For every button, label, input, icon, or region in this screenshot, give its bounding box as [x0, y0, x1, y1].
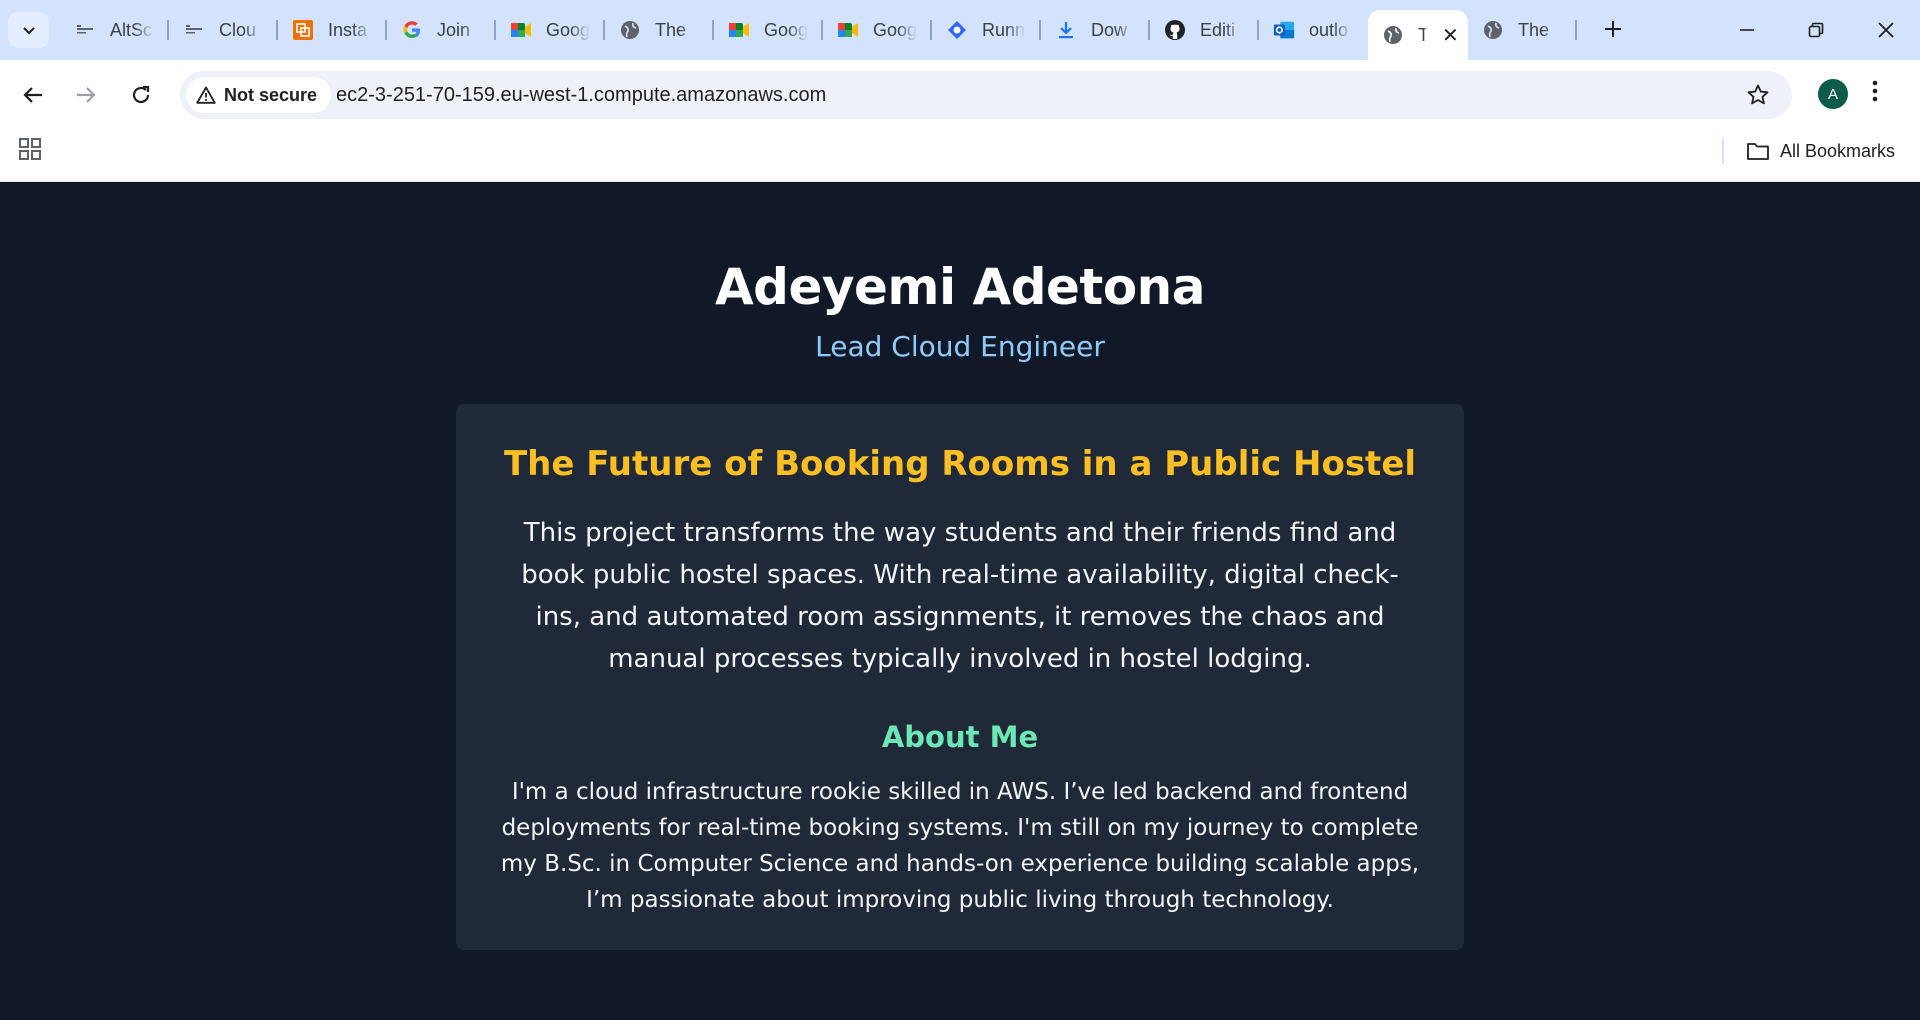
tab-active[interactable]: T ✕: [1368, 10, 1468, 60]
tab-list: AltSc Clou Insta Join Goog The Goog Goog…: [60, 10, 1577, 60]
bookmarks-bar: All Bookmarks: [0, 130, 1920, 182]
tab-search-button[interactable]: [8, 12, 49, 48]
tab-title: AltSc: [110, 19, 153, 40]
download-icon: [1055, 19, 1077, 41]
close-icon: [1878, 22, 1894, 38]
tab-the-2[interactable]: The: [1468, 10, 1577, 50]
run-icon: [946, 19, 968, 41]
tab-altsc[interactable]: AltSc: [60, 10, 169, 50]
all-bookmarks-label: All Bookmarks: [1780, 140, 1896, 161]
tab-title: Dow: [1091, 19, 1128, 40]
tab-running[interactable]: Runn: [932, 10, 1041, 50]
tab-google-meet-3[interactable]: Goog: [823, 10, 932, 50]
project-title: The Future of Booking Rooms in a Public …: [503, 444, 1417, 484]
site-security-chip[interactable]: Not secure: [186, 77, 332, 113]
tab-google-meet-1[interactable]: Goog: [496, 10, 605, 50]
plus-icon: [1605, 21, 1621, 37]
profile-role: Lead Cloud Engineer: [815, 330, 1105, 363]
tab-strip: AltSc Clou Insta Join Goog The Goog Goog…: [0, 0, 1920, 60]
folder-icon: [183, 19, 205, 41]
address-bar[interactable]: Not secure ec2-3-251-70-159.eu-west-1.co…: [180, 71, 1792, 119]
more-menu-icon[interactable]: [1872, 79, 1878, 108]
globe-icon: [1382, 24, 1404, 46]
close-window-button[interactable]: [1863, 12, 1909, 48]
profile-avatar[interactable]: A: [1818, 79, 1848, 109]
google-icon: [401, 19, 423, 41]
tab-title: Join: [437, 19, 471, 40]
tab-title: Runn: [982, 19, 1026, 40]
restore-button[interactable]: [1793, 12, 1839, 48]
google-meet-icon: [728, 19, 750, 41]
all-bookmarks-button[interactable]: All Bookmarks: [1746, 138, 1895, 164]
tab-join[interactable]: Join: [387, 10, 496, 50]
profile-name: Adeyemi Adetona: [714, 258, 1206, 316]
warning-icon: [196, 86, 216, 104]
restore-icon: [1808, 22, 1824, 38]
tab-title: Insta: [328, 19, 368, 40]
tab-title: The: [655, 19, 687, 40]
project-card: The Future of Booking Rooms in a Public …: [456, 404, 1464, 950]
google-meet-icon: [510, 19, 532, 41]
chevron-down-icon: [22, 27, 35, 35]
project-description: This project transforms the way students…: [521, 518, 1399, 674]
security-label: Not secure: [224, 84, 318, 105]
folder-icon: [74, 19, 96, 41]
tab-title: Goog: [764, 19, 808, 40]
tab-google-meet-2[interactable]: Goog: [714, 10, 823, 50]
arrow-left-icon: [23, 87, 42, 103]
globe-icon: [619, 19, 641, 41]
github-icon: [1164, 19, 1186, 41]
tab-title: Goog: [546, 19, 590, 40]
apps-grid-icon[interactable]: [18, 137, 42, 166]
bookmarks-divider: [1722, 138, 1724, 164]
minimize-icon: [1740, 29, 1754, 31]
tab-the-1[interactable]: The: [605, 10, 714, 50]
bookmark-star-icon[interactable]: [1746, 83, 1770, 112]
browser-toolbar: Not secure ec2-3-251-70-159.eu-west-1.co…: [0, 60, 1920, 130]
outlook-icon: [1273, 19, 1295, 41]
about-heading: About Me: [881, 720, 1039, 754]
url-text[interactable]: ec2-3-251-70-159.eu-west-1.compute.amazo…: [336, 84, 826, 107]
tab-title: Goog: [873, 19, 917, 40]
tab-cloud[interactable]: Clou: [169, 10, 278, 50]
web-page: Adeyemi Adetona Lead Cloud Engineer The …: [0, 182, 1920, 1020]
aws-instance-icon: [292, 19, 314, 41]
tab-title: outlo: [1309, 19, 1349, 40]
close-tab-icon[interactable]: ✕: [1442, 23, 1459, 48]
tab-downloads[interactable]: Dow: [1041, 10, 1150, 50]
arrow-right-icon: [77, 87, 96, 103]
reload-icon: [132, 85, 150, 104]
tab-title: Clou: [219, 19, 257, 40]
globe-icon: [1482, 19, 1504, 41]
tab-title: The: [1518, 19, 1550, 40]
back-button[interactable]: [15, 77, 51, 113]
folder-icon: [1747, 143, 1769, 160]
about-text: I'm a cloud infrastructure rookie skille…: [500, 779, 1420, 913]
tab-title: Editi: [1200, 19, 1236, 40]
reload-button[interactable]: [123, 77, 159, 113]
google-meet-icon: [837, 19, 859, 41]
tab-editing[interactable]: Editi: [1150, 10, 1259, 50]
tab-instances[interactable]: Insta: [278, 10, 387, 50]
tab-outlook[interactable]: outlo: [1259, 10, 1368, 50]
minimize-button[interactable]: [1724, 12, 1770, 48]
tab-title: T: [1418, 24, 1428, 45]
forward-button[interactable]: [68, 77, 104, 113]
new-tab-button[interactable]: [1598, 14, 1628, 44]
